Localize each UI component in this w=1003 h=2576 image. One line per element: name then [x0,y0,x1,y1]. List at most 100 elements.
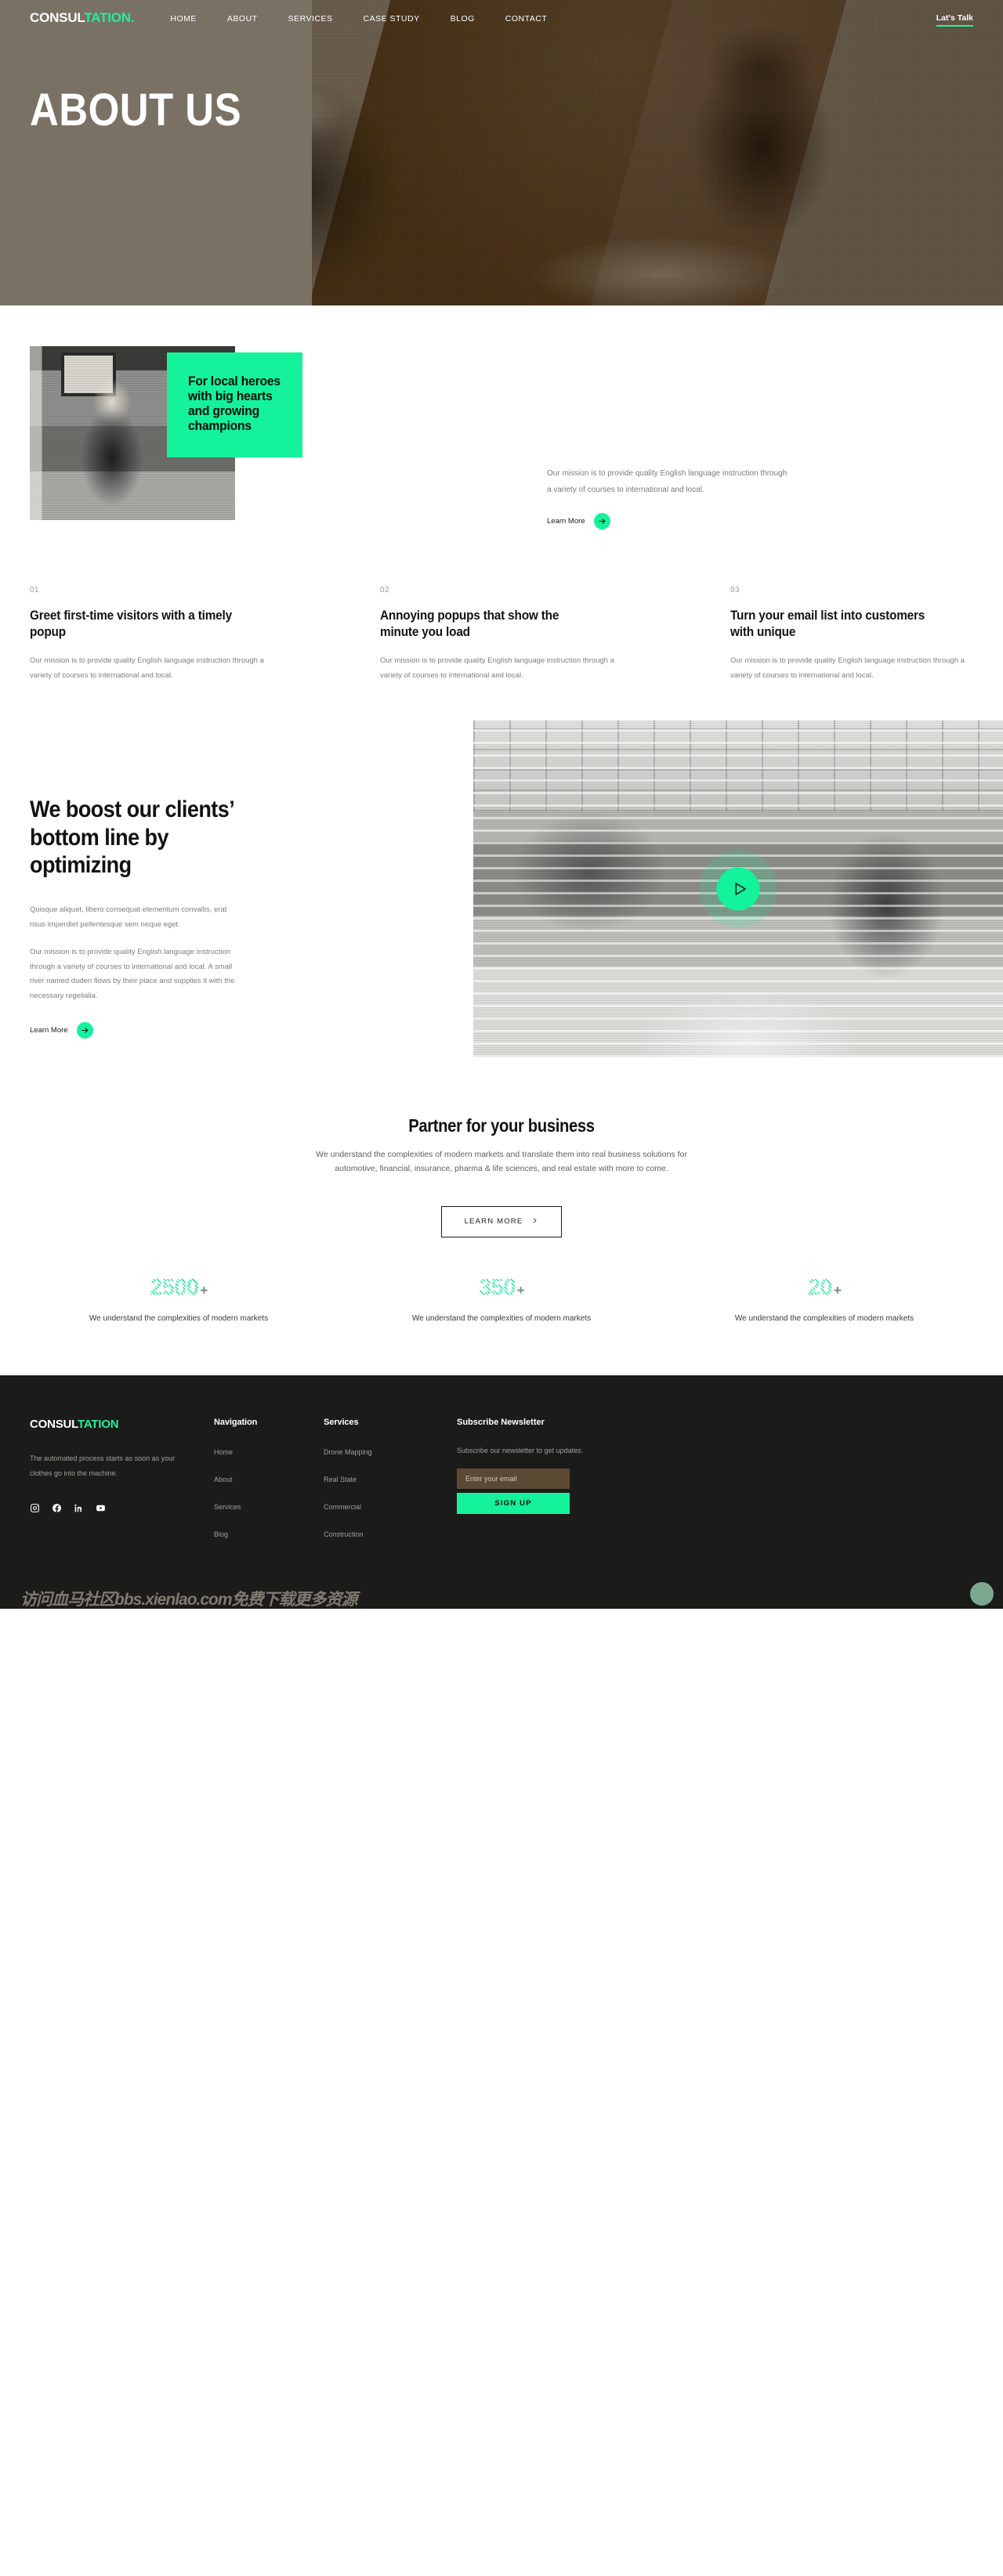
feature-number: 03 [730,586,740,594]
footer-nav-link-blog[interactable]: Blog [214,1530,228,1538]
decorative-orb [970,1582,994,1606]
list-item[interactable]: Home [214,1444,324,1458]
footer-navigation-list: Home About Services Blog [214,1444,324,1541]
youtube-icon[interactable] [96,1503,106,1517]
intro-row: For local heroes with big hearts and gro… [30,346,973,558]
footer-brand-column: CONSULTATION The automated process start… [30,1418,193,1554]
nav-link-case-study[interactable]: CASE STUDY [364,14,420,23]
boost-learn-more-label: Learn More [30,1026,68,1035]
footer-service-link-drone-mapping[interactable]: Drone Mapping [324,1448,372,1456]
social-links [30,1503,193,1517]
list-item[interactable]: Drone Mapping [324,1444,433,1458]
nav-link-contact[interactable]: CONTACT [505,14,547,23]
footer-services-list: Drone Mapping Real State Commercial Cons… [324,1444,433,1541]
nav-cta-label[interactable]: Lat's Talk [936,13,973,25]
site-logo[interactable]: CONSULTATION. [30,10,135,26]
boost-paragraph-2: Our mission is to provide quality Englis… [30,948,235,1000]
intro-text-block: Our mission is to provide quality Englis… [547,465,806,529]
stat-item: 2500 + We understand the complexities of … [61,1275,296,1326]
nav-link-about[interactable]: ABOUT [227,14,258,23]
nav-link-home[interactable]: HOME [170,14,197,23]
nav-links: HOME ABOUT SERVICES CASE STUDY BLOG CONT… [170,11,547,25]
chevron-right-icon [531,1217,538,1227]
feature-card-02: 02 Annoying popups that show the minute … [380,586,623,683]
stat-item: 350 + We understand the complexities of m… [384,1275,619,1326]
arrow-right-icon[interactable] [593,513,610,529]
nav-link-services[interactable]: SERVICES [288,14,333,23]
stat-value: 350 [479,1274,516,1300]
footer-tagline: The automated process starts as soon as … [30,1454,176,1478]
nav-item-contact[interactable]: CONTACT [505,11,547,25]
stat-caption: We understand the complexities of modern… [89,1313,269,1323]
intro-green-card: For local heroes with big hearts and gro… [167,352,302,457]
footer-logo-part-two: TATION [78,1418,119,1432]
feature-number: 02 [380,586,389,594]
list-item[interactable]: Real State [324,1472,433,1486]
footer-logo-part-one: CONSUL [30,1418,78,1432]
feature-title: Annoying popups that show the minute you… [380,609,559,640]
nav-link-blog[interactable]: BLOG [451,14,475,23]
list-item[interactable]: Commercial [324,1499,433,1513]
list-item[interactable]: Services [214,1499,324,1513]
play-icon[interactable] [716,867,760,911]
footer-nav-link-services[interactable]: Services [214,1503,241,1511]
nav-cta[interactable]: Lat's Talk [936,10,973,27]
footer-service-link-construction[interactable]: Construction [324,1530,364,1538]
footer-nav-link-about[interactable]: About [214,1476,233,1483]
stat-suffix: + [200,1282,208,1298]
learn-more-button-label: LEARN MORE [464,1217,523,1227]
site-footer: CONSULTATION The automated process start… [0,1375,1003,1610]
instagram-icon[interactable] [30,1503,40,1517]
footer-navigation-heading: Navigation [214,1418,258,1428]
hero-left-veil [0,0,312,305]
footer-service-link-commercial[interactable]: Commercial [324,1503,361,1511]
footer-services-column: Services Drone Mapping Real State Commer… [324,1418,433,1554]
nav-item-home[interactable]: HOME [170,11,197,25]
nav-item-services[interactable]: SERVICES [288,11,333,25]
footer-logo[interactable]: CONSULTATION [30,1418,193,1431]
facebook-icon[interactable] [52,1503,62,1517]
nav-item-blog[interactable]: BLOG [451,11,475,25]
list-item[interactable]: Construction [324,1526,433,1541]
learn-more-button[interactable]: LEARN MORE [440,1205,563,1237]
partner-body: We understand the complexities of modern… [316,1150,687,1173]
boost-video-thumbnail[interactable] [473,721,1003,1058]
feature-body: Our mission is to provide quality Englis… [30,656,264,681]
intro-section: For local heroes with big hearts and gro… [0,305,1003,558]
nav-cta-underline [936,24,973,27]
logo-part-two: TATION [84,10,131,25]
newsletter-email-input[interactable] [457,1469,570,1490]
boost-paragraph-1: Quisque aliquet, libero consequat elemen… [30,905,227,929]
footer-newsletter-column: Subscribe Newsletter Subscribe our newsl… [457,1418,614,1554]
boost-learn-more-button[interactable]: Learn More [30,1022,392,1039]
list-item[interactable]: About [214,1472,324,1486]
partner-heading: Partner for your business [408,1115,595,1136]
footer-grid: CONSULTATION The automated process start… [30,1418,973,1554]
footer-service-link-real-state[interactable]: Real State [324,1476,357,1483]
newsletter-signup-button[interactable]: SIGN UP [457,1493,570,1515]
nav-item-about[interactable]: ABOUT [227,11,258,25]
watermark-text: 访问血马社区bbs.xienlao.com免费下载更多资源 [20,1591,358,1610]
boost-heading: We boost our clients’ bottom line by opt… [30,797,234,878]
main-navbar: CONSULTATION. HOME ABOUT SERVICES CASE S… [0,0,1003,36]
newsletter-heading: Subscribe Newsletter [457,1418,545,1428]
boost-section: We boost our clients’ bottom line by opt… [0,721,1003,1058]
stat-value-wrap: 20 + [808,1275,842,1301]
stat-value: 2500 [150,1274,199,1300]
nav-item-case-study[interactable]: CASE STUDY [364,11,420,25]
list-item[interactable]: Blog [214,1526,324,1541]
intro-learn-more-button[interactable]: Learn More [547,513,806,529]
stat-caption: We understand the complexities of modern… [734,1313,914,1323]
intro-learn-more-label: Learn More [547,517,585,526]
logo-part-one: CONSUL [30,10,85,25]
hero-section: CONSULTATION. HOME ABOUT SERVICES CASE S… [0,0,1003,305]
arrow-right-icon[interactable] [76,1022,93,1039]
footer-services-heading: Services [324,1418,359,1428]
feature-body: Our mission is to provide quality Englis… [380,656,614,681]
boost-text-block: We boost our clients’ bottom line by opt… [0,721,392,1039]
feature-number: 01 [30,586,39,594]
feature-title: Greet first-time visitors with a timely … [30,609,232,640]
linkedin-icon[interactable] [74,1503,84,1517]
footer-nav-link-home[interactable]: Home [214,1448,233,1456]
intro-card-heading: For local heroes with big hearts and gro… [188,374,281,434]
